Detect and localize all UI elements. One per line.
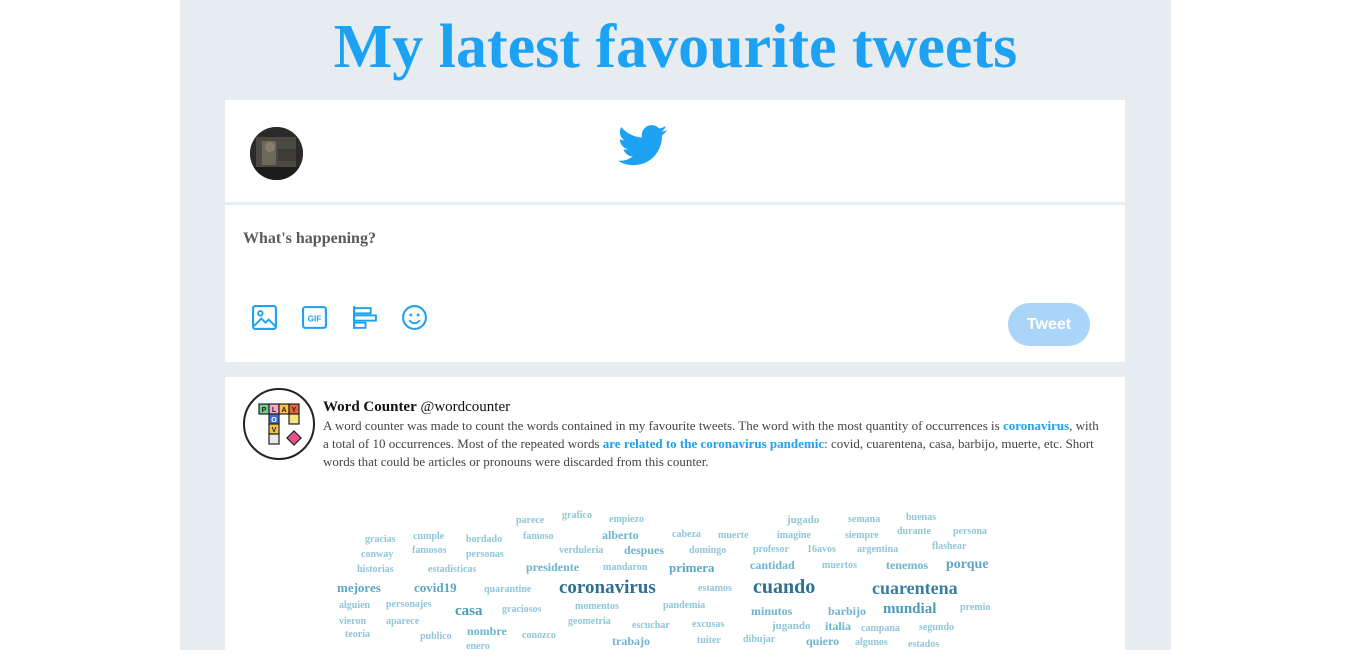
word-cloud-word: conozco [522,630,556,641]
word-cloud-word: cuando [753,576,816,598]
word-cloud-word: despues [624,543,665,557]
word-cloud-word: siempre [845,530,879,541]
word-cloud-word: 16avos [807,544,836,555]
word-cloud-word: barbijo [828,604,867,618]
word-cloud-word: estadisticas [428,564,477,575]
word-cloud-word: parece [516,515,545,526]
word-cloud-word: premio [960,602,991,613]
word-cloud-word: personas [466,549,504,560]
word-cloud-word: estados [908,639,940,650]
word-cloud-word: enero [466,641,490,652]
word-cloud-word: verduleria [559,545,604,556]
word-cloud-word: casa [455,603,483,619]
word-cloud-word: porque [946,557,989,572]
word-cloud-word: alberto [602,528,639,542]
word-cloud-word: graciosos [502,604,542,615]
word-cloud-word: historias [357,564,394,575]
word-cloud-word: tuiter [697,635,721,646]
word-cloud-word: presidente [526,560,580,574]
word-cloud-word: cantidad [750,558,795,572]
word-cloud-word: mandaron [603,562,648,573]
word-cloud-word: algunos [855,637,888,648]
word-cloud-word: muertos [822,560,857,571]
word-cloud-word: personajes [386,599,432,610]
word-cloud-word: grafico [562,510,592,521]
word-cloud-word: mundial [883,601,937,617]
word-cloud-word: teoria [345,629,370,640]
word-cloud: parece grafico empiezo jugado semana buenas gr… [0,0,1350,652]
word-cloud-word: publico [420,631,452,642]
word-cloud-word: covid19 [414,580,457,595]
word-cloud-word: cumple [413,531,445,542]
word-cloud-word: flashear [932,541,967,552]
word-cloud-word: semana [848,514,881,525]
word-cloud-word: muerte [718,530,749,541]
word-cloud-word: minutos [751,604,793,618]
word-cloud-word: quiero [806,634,840,648]
word-cloud-word: trabajo [612,634,650,648]
word-cloud-word: buenas [906,512,937,523]
word-cloud-word: gracias [365,534,396,545]
word-cloud-word: quarantine [484,584,532,595]
word-cloud-word: primera [669,560,715,575]
word-cloud-word: italia [825,619,851,633]
word-cloud-word: persona [953,526,987,537]
word-cloud-word: profesor [753,544,789,555]
word-cloud-word: segundo [919,622,955,633]
word-cloud-word: pandemia [663,600,706,611]
word-cloud-word: tenemos [886,558,928,572]
word-cloud-word: empiezo [609,514,644,525]
word-cloud-word: momentos [575,601,619,612]
word-cloud-word: mejores [337,580,381,595]
word-cloud-word: coronavirus [559,577,656,598]
word-cloud-word: jugado [787,514,820,526]
word-cloud-word: excusas [692,619,725,630]
word-cloud-word: imagine [777,530,811,541]
word-cloud-word: geometria [568,616,611,627]
word-cloud-word: vieron [339,616,367,627]
word-cloud-word: bordado [466,534,503,545]
word-cloud-word: escuchar [632,620,670,631]
word-cloud-word: cuarentena [872,578,958,598]
word-cloud-word: aparece [386,616,420,627]
word-cloud-word: estamos [698,583,732,594]
word-cloud-word: conway [361,549,394,560]
word-cloud-word: alguien [339,600,371,611]
word-cloud-word: dibujar [743,634,776,645]
word-cloud-word: campana [861,623,900,634]
word-cloud-word: cabeza [672,529,701,540]
word-cloud-word: famosos [412,545,447,556]
word-cloud-word: argentina [857,544,899,555]
word-cloud-word: domingo [689,545,727,556]
word-cloud-word: jugando [772,620,811,632]
word-cloud-word: nombre [467,624,507,638]
word-cloud-word: famoso [523,531,554,542]
word-cloud-word: durante [897,526,931,537]
